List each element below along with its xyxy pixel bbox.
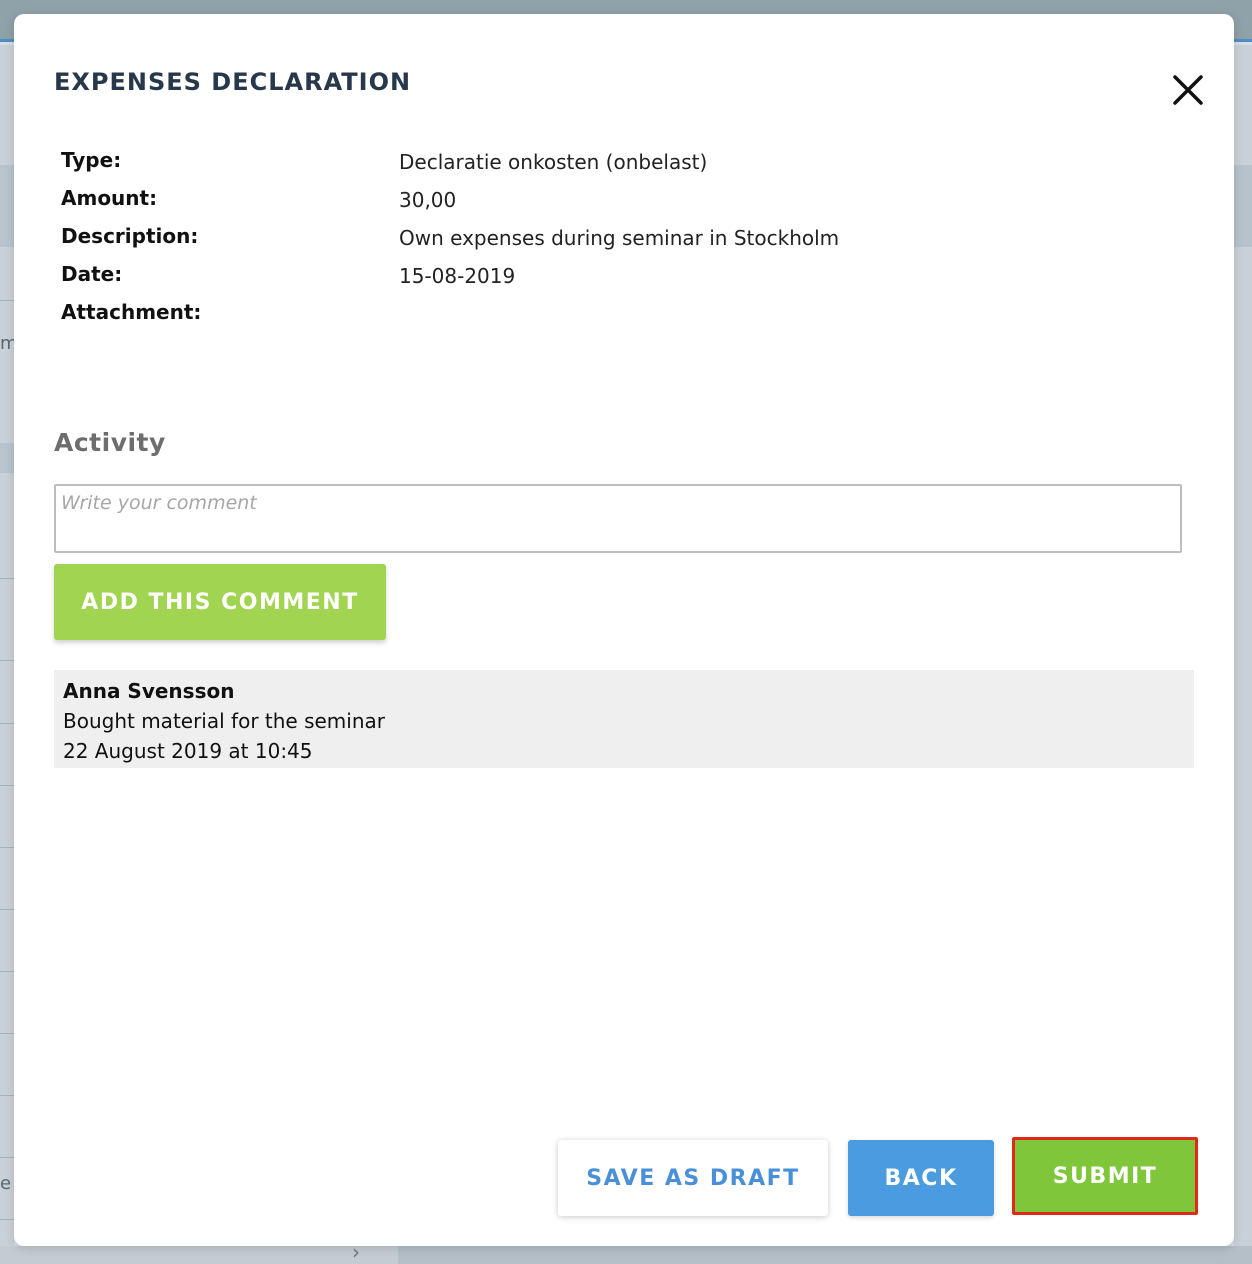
background-tab [0,443,14,473]
detail-value: Own expenses during seminar in Stockholm [399,226,840,250]
background-divider [0,1219,14,1220]
background-text-fragment: e [0,1173,12,1194]
background-divider [0,971,14,972]
comment-input[interactable] [54,484,1182,553]
close-icon [1173,75,1203,105]
background-divider [0,300,14,301]
submit-highlight: SUBMIT [1012,1137,1198,1215]
expenses-declaration-modal: EXPENSES DECLARATION Type: Declaratie on… [14,14,1234,1246]
detail-label: Date: [61,262,123,286]
background-left-panel: m e [0,45,18,1264]
detail-value: 15-08-2019 [399,264,516,288]
comment-author: Anna Svensson [63,679,235,703]
detail-row-amount: Amount: 30,00 [61,186,1161,224]
detail-label: Attachment: [61,300,202,324]
detail-row-attachment: Attachment: [61,300,1161,338]
detail-label: Description: [61,224,199,248]
background-strip [1234,165,1252,247]
declaration-details: Type: Declaratie onkosten (onbelast) Amo… [61,148,1161,338]
detail-value: 30,00 [399,188,457,212]
activity-heading: Activity [54,428,166,457]
comment-item: Anna Svensson Bought material for the se… [54,670,1194,768]
background-divider [0,847,14,848]
modal-title: EXPENSES DECLARATION [54,68,412,96]
background-bottom-panel [398,1246,1252,1264]
background-divider [0,660,14,661]
close-button[interactable] [1170,72,1206,108]
submit-button[interactable]: SUBMIT [1015,1140,1195,1212]
background-divider [0,785,14,786]
background-tab [0,165,14,247]
background-bottom-bar: › [0,1240,1252,1264]
background-divider [0,1033,14,1034]
comment-text: Bought material for the seminar [63,709,385,733]
detail-label: Amount: [61,186,158,210]
background-divider [0,1157,14,1158]
add-comment-button[interactable]: ADD THIS COMMENT [54,564,386,640]
background-right-panel [1234,45,1252,1264]
detail-row-date: Date: 15-08-2019 [61,262,1161,300]
background-divider [0,1095,14,1096]
detail-row-type: Type: Declaratie onkosten (onbelast) [61,148,1161,186]
save-as-draft-button[interactable]: SAVE AS DRAFT [558,1140,828,1216]
detail-value: Declaratie onkosten (onbelast) [399,150,708,174]
comment-timestamp: 22 August 2019 at 10:45 [63,739,313,763]
detail-label: Type: [61,148,122,172]
background-divider [0,578,14,579]
back-button[interactable]: BACK [848,1140,994,1216]
background-divider [0,723,14,724]
background-divider [0,909,14,910]
detail-row-description: Description: Own expenses during seminar… [61,224,1161,262]
